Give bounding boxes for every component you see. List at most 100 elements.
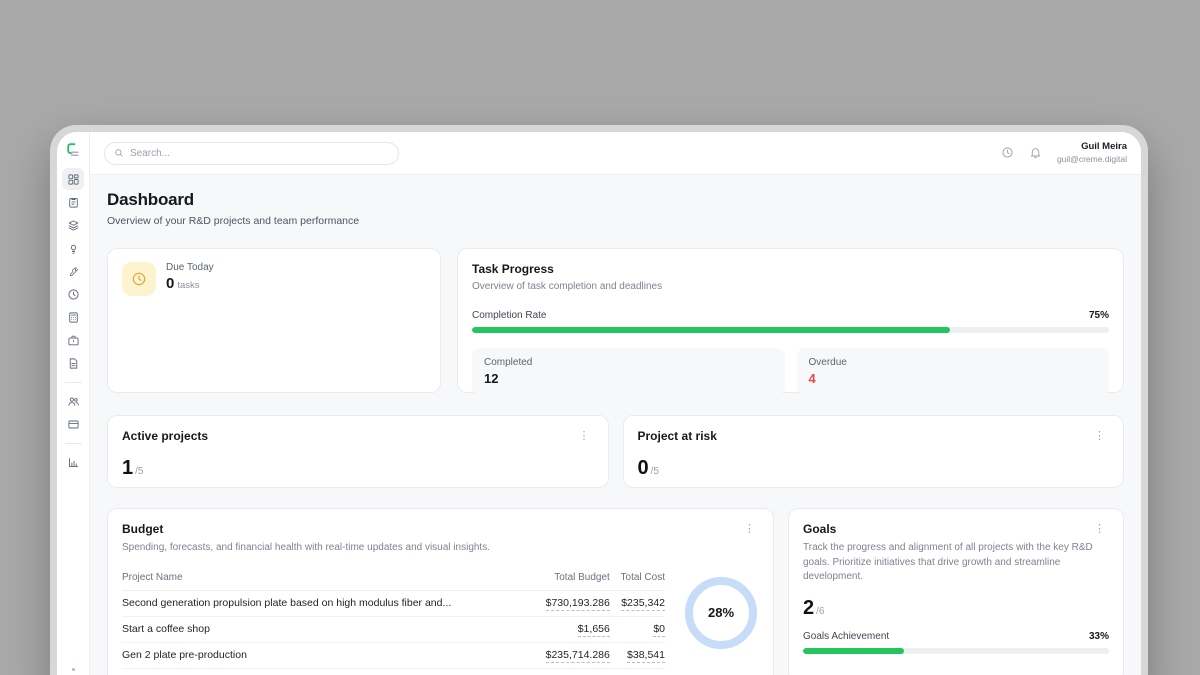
clipboard-icon	[67, 196, 80, 209]
sidebar-item-documents[interactable]	[62, 352, 84, 374]
lightbulb-icon	[67, 242, 80, 255]
clock-icon	[67, 288, 80, 301]
sidebar-item-portfolio[interactable]	[62, 329, 84, 351]
total-cost-value[interactable]: $0	[653, 623, 665, 637]
budget-donut-percent: 28%	[708, 605, 734, 620]
goals-card: Goals ⋮ Track the progress and alignment…	[788, 508, 1124, 675]
sidebar-item-ideas[interactable]	[62, 237, 84, 259]
project-at-risk-total: /5	[651, 466, 659, 477]
sidebar: V1.0	[57, 132, 90, 675]
total-cost-value[interactable]: $235,342	[621, 597, 665, 611]
calculator-icon	[67, 311, 80, 324]
overdue-value: 4	[809, 371, 1098, 386]
search-icon	[114, 148, 124, 158]
project-name: Start a coffee shop	[122, 616, 530, 642]
app-logo-icon	[64, 141, 82, 159]
sidebar-item-dashboard[interactable]	[62, 168, 84, 190]
total-budget-value[interactable]: $730,193.286	[546, 597, 610, 611]
table-row[interactable]: Creighton Beryllium mine project $0 $0	[122, 668, 665, 675]
wrench-icon	[67, 265, 80, 278]
layers-icon	[67, 219, 80, 232]
task-progress-title: Task Progress	[472, 262, 1109, 276]
table-row[interactable]: Start a coffee shop $1,656 $0	[122, 616, 665, 642]
col-total-budget: Total Budget	[530, 569, 610, 591]
budget-table: Project Name Total Budget Total Cost Sec…	[122, 569, 665, 675]
dashboard-grid-icon	[67, 173, 80, 186]
kebab-menu-icon[interactable]: ⋮	[575, 429, 594, 444]
search-input[interactable]	[130, 148, 389, 159]
goals-value: 2	[803, 597, 814, 619]
goals-title: Goals	[803, 522, 836, 536]
active-projects-total: /5	[135, 466, 143, 477]
goals-achievement-label: Goals Achievement	[803, 631, 889, 642]
table-row[interactable]: Gen 2 plate pre-production $235,714.286 …	[122, 642, 665, 668]
completion-progress-fill	[472, 327, 950, 333]
status-dot	[72, 668, 75, 671]
total-budget-value[interactable]: $1,656	[578, 623, 610, 637]
completion-progress-bar	[472, 327, 1109, 333]
budget-title: Budget	[122, 522, 163, 536]
budget-table-header: Project Name Total Budget Total Cost	[122, 569, 665, 591]
budget-card: Budget ⋮ Spending, forecasts, and financ…	[107, 508, 774, 675]
bell-icon	[1029, 146, 1042, 159]
bar-chart-icon	[67, 456, 80, 469]
project-at-risk-card: Project at risk ⋮ 0/5	[623, 415, 1125, 488]
task-progress-subtitle: Overview of task completion and deadline…	[472, 280, 1109, 295]
user-email: guil@creme.digital	[1057, 154, 1127, 165]
project-name: Second generation propulsion plate based…	[122, 590, 530, 616]
app-window: V1.0	[50, 125, 1148, 675]
kebab-menu-icon[interactable]: ⋮	[740, 522, 759, 537]
sidebar-item-tools[interactable]	[62, 260, 84, 282]
project-at-risk-title: Project at risk	[638, 429, 717, 443]
clock-icon	[131, 271, 147, 287]
user-name: Guil Meira	[1057, 141, 1127, 153]
active-projects-value: 1	[122, 457, 133, 479]
sidebar-item-calculator[interactable]	[62, 306, 84, 328]
users-icon	[67, 395, 80, 408]
notifications-bell-button[interactable]	[1029, 146, 1042, 159]
due-today-unit: tasks	[177, 280, 199, 291]
sidebar-item-analytics[interactable]	[62, 451, 84, 473]
goals-subtitle: Track the progress and alignment of all …	[803, 541, 1109, 585]
goals-progress-fill	[803, 648, 904, 654]
goals-progress-bar	[803, 648, 1109, 654]
completion-rate-label: Completion Rate	[472, 310, 546, 321]
sidebar-item-time[interactable]	[62, 283, 84, 305]
completed-value: 12	[484, 371, 773, 386]
sidebar-divider	[65, 443, 82, 444]
completed-stat-box: Completed 12	[472, 348, 785, 395]
due-today-card: Due Today 0tasks	[107, 248, 441, 393]
user-menu[interactable]: Guil Meira guil@creme.digital	[1057, 141, 1127, 164]
goals-total: /6	[816, 606, 824, 617]
completed-label: Completed	[484, 357, 773, 368]
file-icon	[67, 357, 80, 370]
total-budget-value[interactable]: $235,714.286	[546, 649, 610, 663]
budget-donut-chart: 28%	[685, 577, 757, 649]
kebab-menu-icon[interactable]: ⋮	[1090, 429, 1109, 444]
completion-rate-value: 75%	[1089, 310, 1109, 321]
due-today-value: 0	[166, 275, 174, 292]
clock-icon	[1001, 146, 1014, 159]
total-cost-value[interactable]: $38,541	[627, 649, 665, 663]
app-frame: V1.0	[57, 132, 1141, 675]
kebab-menu-icon[interactable]: ⋮	[1090, 522, 1109, 537]
task-progress-card: Task Progress Overview of task completio…	[457, 248, 1124, 393]
goals-achievement-value: 33%	[1089, 631, 1109, 642]
dashboard-content: Dashboard Overview of your R&D projects …	[90, 175, 1141, 675]
overdue-label: Overdue	[809, 357, 1098, 368]
search-box[interactable]	[104, 142, 399, 165]
history-clock-button[interactable]	[1001, 146, 1014, 159]
briefcase-icon	[67, 334, 80, 347]
due-today-iconbox	[122, 262, 156, 296]
sidebar-item-layers[interactable]	[62, 214, 84, 236]
table-row[interactable]: Second generation propulsion plate based…	[122, 590, 665, 616]
sidebar-item-tasks[interactable]	[62, 191, 84, 213]
budget-subtitle: Spending, forecasts, and financial healt…	[122, 541, 759, 556]
sidebar-divider	[65, 382, 82, 383]
credit-card-icon	[67, 418, 80, 431]
project-at-risk-value: 0	[638, 457, 649, 479]
sidebar-item-billing[interactable]	[62, 413, 84, 435]
sidebar-item-team[interactable]	[62, 390, 84, 412]
page-title: Dashboard	[107, 190, 1124, 210]
col-total-cost: Total Cost	[610, 569, 665, 591]
